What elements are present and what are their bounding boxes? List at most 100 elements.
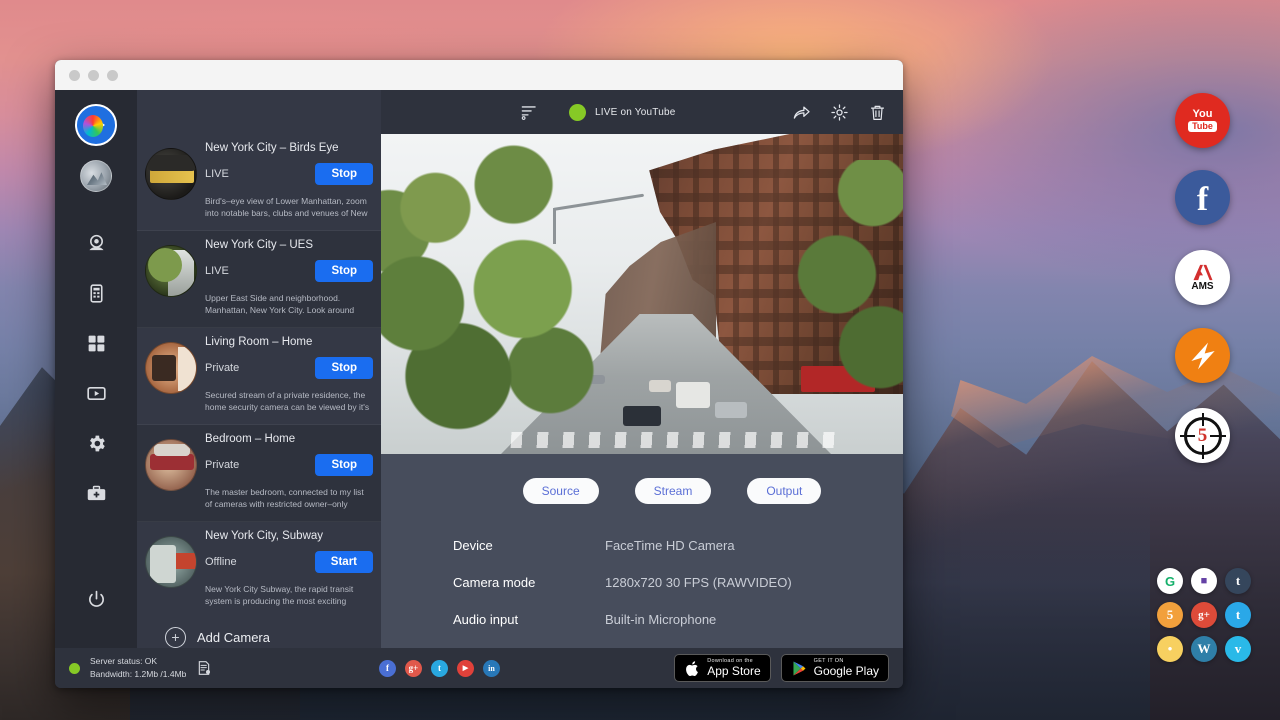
camera-meta: New York City, Subway Offline Start New … xyxy=(205,530,373,607)
first-aid-icon[interactable] xyxy=(79,476,113,510)
camera-list-item[interactable]: New York City – Birds Eye LIVE Stop Bird… xyxy=(137,134,381,231)
sort-icon[interactable] xyxy=(520,103,539,122)
adobe-ams-icon[interactable]: AMS xyxy=(1175,250,1230,305)
social-links: f g+ t ▶ in xyxy=(369,660,674,677)
lightning-bolt-icon xyxy=(1183,336,1223,376)
camera-status: LIVE xyxy=(205,265,229,277)
camera-list-item[interactable]: New York City – UES LIVE Stop Upper East… xyxy=(137,231,381,328)
camera-action-button[interactable]: Start xyxy=(315,551,373,573)
window-body: New York City – Birds Eye LIVE Stop Bird… xyxy=(55,90,903,648)
gear-icon[interactable] xyxy=(79,426,113,460)
camera-thumbnail xyxy=(145,536,197,588)
trash-icon[interactable] xyxy=(868,103,887,122)
camera-status-row: LIVE Stop xyxy=(205,260,373,282)
camera-thumbnail xyxy=(145,439,197,491)
tumblr-icon[interactable]: t xyxy=(1225,568,1251,594)
main-toolbar: LIVE on YouTube xyxy=(381,90,903,134)
camera-status: LIVE xyxy=(205,168,229,180)
window-titlebar xyxy=(55,60,903,90)
channel5-label: 5 xyxy=(1195,426,1211,445)
channel5-icon[interactable]: 5 xyxy=(1175,408,1230,463)
camera-list-item[interactable]: New York City, Subway Offline Start New … xyxy=(137,522,381,607)
video-truck xyxy=(676,382,710,408)
youtube-icon[interactable]: You Tube xyxy=(1175,93,1230,148)
video-trees-left xyxy=(381,144,601,434)
camera-title: New York City, Subway xyxy=(205,530,373,542)
camera-action-button[interactable]: Stop xyxy=(315,163,373,185)
camera-action-button[interactable]: Stop xyxy=(315,260,373,282)
camera-thumbnail xyxy=(145,245,197,297)
sidebar-rail xyxy=(55,90,137,648)
adobe-ams-label: AMS xyxy=(1191,281,1213,292)
google-play-badge[interactable]: GET IT ON Google Play xyxy=(781,654,889,682)
vimeo-icon[interactable]: v xyxy=(1225,636,1251,662)
tab-output[interactable]: Output xyxy=(747,478,821,504)
status-bar: Server status: OK Bandwidth: 1.2Mb /1.4M… xyxy=(55,648,903,688)
google-plus-icon[interactable]: g+ xyxy=(1191,602,1217,628)
camera-list-item[interactable]: Living Room – Home Private Stop Secured … xyxy=(137,328,381,425)
camera-meta: New York City – Birds Eye LIVE Stop Bird… xyxy=(205,142,373,220)
app-store-label: App Store xyxy=(707,665,760,678)
sketch-icon[interactable]: 5 xyxy=(1157,602,1183,628)
twitter-icon[interactable]: t xyxy=(1225,602,1251,628)
camera-action-button[interactable]: Stop xyxy=(315,454,373,476)
camera-title: New York City – Birds Eye xyxy=(205,142,373,154)
wirecast-icon[interactable] xyxy=(1175,328,1230,383)
video-player-icon[interactable] xyxy=(79,376,113,410)
youtube-label-top: You xyxy=(1193,109,1213,120)
app-store-badge[interactable]: Download on the App Store xyxy=(674,654,770,682)
store-badges: Download on the App Store GET IT ON Goog… xyxy=(674,654,889,682)
adobe-logo-icon xyxy=(1191,263,1215,282)
facebook-icon[interactable]: f xyxy=(379,660,396,677)
window-maximize-button[interactable] xyxy=(107,70,118,81)
flickr-icon[interactable]: • xyxy=(1157,636,1183,662)
twitch-icon[interactable]: ■ xyxy=(1191,568,1217,594)
google-play-icon xyxy=(791,660,808,677)
camera-description: Bird's–eye view of Lower Manhattan, zoom… xyxy=(205,195,373,220)
info-row-audio-input: Audio input Built-in Microphone xyxy=(453,612,903,627)
wordpress-icon[interactable]: W xyxy=(1191,636,1217,662)
tab-stream[interactable]: Stream xyxy=(635,478,712,504)
camera-status-row: LIVE Stop xyxy=(205,163,373,185)
video-car xyxy=(623,406,661,426)
live-status-label: LIVE on YouTube xyxy=(595,107,675,118)
tab-source[interactable]: Source xyxy=(523,478,599,504)
gear-icon[interactable] xyxy=(830,103,849,122)
facebook-icon[interactable]: f xyxy=(1175,170,1230,225)
grammarly-icon[interactable]: G xyxy=(1157,568,1183,594)
settings-tabs: Source Stream Output xyxy=(381,454,903,504)
camera-description: The master bedroom, connected to my list… xyxy=(205,486,373,511)
info-value[interactable]: FaceTime HD Camera xyxy=(605,538,735,553)
info-value[interactable]: Built-in Microphone xyxy=(605,612,716,627)
share-arrow-icon[interactable] xyxy=(792,103,811,122)
log-document-icon[interactable] xyxy=(196,660,212,676)
bandwidth-label: Bandwidth: 1.2Mb /1.4Mb xyxy=(90,669,186,679)
camera-action-button[interactable]: Stop xyxy=(315,357,373,379)
add-camera-label: Add Camera xyxy=(197,630,270,645)
app-logo-icon[interactable] xyxy=(75,104,117,146)
camera-meta: New York City – UES LIVE Stop Upper East… xyxy=(205,239,373,317)
camera-list-scroll[interactable]: New York City – Birds Eye LIVE Stop Bird… xyxy=(137,134,381,607)
camera-title: New York City – UES xyxy=(205,239,373,251)
google-plus-icon[interactable]: g+ xyxy=(405,660,422,677)
window-minimize-button[interactable] xyxy=(88,70,99,81)
plus-icon: + xyxy=(165,627,186,648)
webcam-icon[interactable] xyxy=(79,226,113,260)
avatar[interactable] xyxy=(80,160,112,192)
video-preview[interactable] xyxy=(381,134,903,454)
toolbar-left xyxy=(397,103,557,122)
grid-icon[interactable] xyxy=(79,326,113,360)
twitter-icon[interactable]: t xyxy=(431,660,448,677)
server-status-label: Server status: OK xyxy=(90,656,157,666)
camera-list-item[interactable]: Bedroom – Home Private Stop The master b… xyxy=(137,425,381,522)
linkedin-icon[interactable]: in xyxy=(483,660,500,677)
device-list-icon[interactable] xyxy=(79,276,113,310)
info-label: Camera mode xyxy=(453,575,605,590)
window-close-button[interactable] xyxy=(69,70,80,81)
power-icon[interactable] xyxy=(79,582,113,616)
youtube-icon[interactable]: ▶ xyxy=(457,660,474,677)
add-camera-button[interactable]: + Add Camera xyxy=(137,607,381,648)
camera-status-row: Offline Start xyxy=(205,551,373,573)
video-trees-right xyxy=(789,160,903,420)
info-value[interactable]: 1280x720 30 FPS (RAWVIDEO) xyxy=(605,575,792,590)
